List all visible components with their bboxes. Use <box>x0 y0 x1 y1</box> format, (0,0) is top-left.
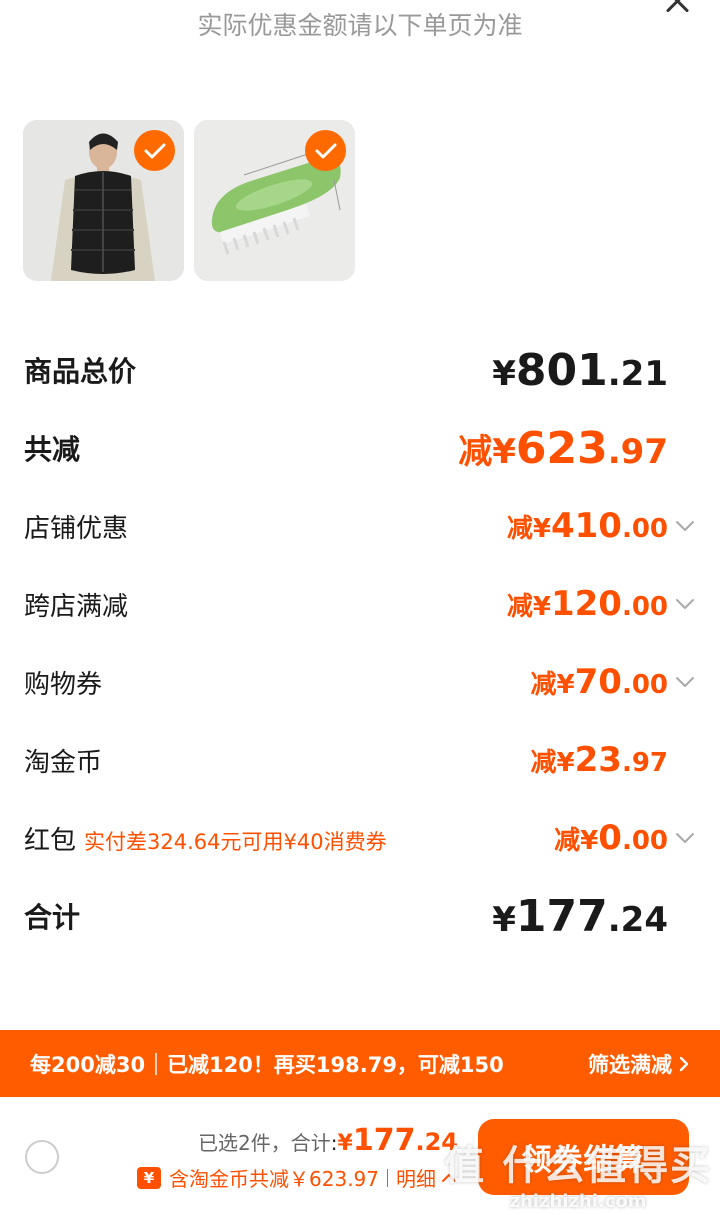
close-icon[interactable] <box>660 0 694 20</box>
total-price-label: 商品总价 <box>24 355 137 388</box>
shopping-coupon-label: 购物券 <box>24 669 103 700</box>
row-taojinbi: 淘金币 减¥23.97 <box>24 730 700 790</box>
coin-discount-line[interactable]: ¥ 含淘金币共减￥623.97 明细 <box>137 1163 458 1192</box>
cross-store-discount-label: 跨店满减 <box>24 591 129 622</box>
price-notice: 实际优惠金额请以下单页为准 <box>197 11 523 40</box>
coin-discount-text: 含淘金币共减￥623.97 <box>169 1167 379 1191</box>
shopping-coupon-value: 减¥70.00 <box>530 662 668 702</box>
red-packet-hint: 实付差324.64元可用¥40消费券 <box>84 829 387 854</box>
filter-discount-link[interactable]: 筛选满减 <box>588 1049 690 1079</box>
promo-divider <box>155 1052 158 1075</box>
promo-rule: 每200减30 <box>30 1052 146 1077</box>
detail-divider <box>387 1168 388 1187</box>
promo-bar: 每200减30 已减120！再买198.79，可减150 筛选满减 <box>0 1030 720 1097</box>
chevron-down-icon[interactable] <box>670 594 700 614</box>
row-total-price: 商品总价 ¥801.21 <box>24 340 700 400</box>
selected-check-icon[interactable] <box>305 130 346 171</box>
product-thumbnails <box>23 120 355 281</box>
selected-summary: 已选2件，合计: ¥177.24 <box>198 1123 458 1158</box>
detail-link[interactable]: 明细 <box>396 1163 436 1192</box>
taojinbi-value: 减¥23.97 <box>530 740 668 780</box>
cross-store-discount-value: 减¥120.00 <box>506 584 668 624</box>
row-discount-total: 共减 减¥623.97 <box>24 418 700 478</box>
store-discount-label: 店铺优惠 <box>24 513 129 544</box>
grand-total-value: ¥177.24 <box>492 890 668 942</box>
store-discount-value: 减¥410.00 <box>506 506 668 546</box>
row-grand-total: 合计 ¥177.24 <box>24 886 700 946</box>
row-shopping-coupon[interactable]: 购物券 减¥70.00 <box>24 652 700 712</box>
row-cross-store-discount[interactable]: 跨店满减 减¥120.00 <box>24 574 700 634</box>
product-thumb-brush[interactable] <box>194 120 355 281</box>
selected-check-icon[interactable] <box>134 130 175 171</box>
discount-total-label: 共减 <box>24 433 81 466</box>
watermark-logo: 值 什么值得买 zhizhizhi.com <box>444 1143 712 1212</box>
row-red-packet[interactable]: 红包 实付差324.64元可用¥40消费券 减¥0.00 <box>24 808 700 868</box>
total-price-value: ¥801.21 <box>492 344 668 396</box>
chevron-down-icon[interactable] <box>670 828 700 848</box>
promo-saved: 已减120！再买198.79，可减150 <box>167 1052 504 1077</box>
chevron-right-icon <box>679 1056 689 1071</box>
row-store-discount[interactable]: 店铺优惠 减¥410.00 <box>24 496 700 556</box>
coin-ticket-icon: ¥ <box>137 1166 162 1189</box>
chevron-down-icon[interactable] <box>670 672 700 692</box>
chevron-down-icon[interactable] <box>670 516 700 536</box>
red-packet-value: 减¥0.00 <box>554 818 668 858</box>
red-packet-label: 红包 实付差324.64元可用¥40消费券 <box>24 825 387 856</box>
product-thumb-vest[interactable] <box>23 120 184 281</box>
grand-total-label: 合计 <box>24 901 81 934</box>
discount-total-value: 减¥623.97 <box>458 422 668 474</box>
taojinbi-label: 淘金币 <box>24 747 103 778</box>
select-all-radio[interactable] <box>25 1140 59 1174</box>
footer-total: ¥177.24 <box>337 1123 458 1158</box>
